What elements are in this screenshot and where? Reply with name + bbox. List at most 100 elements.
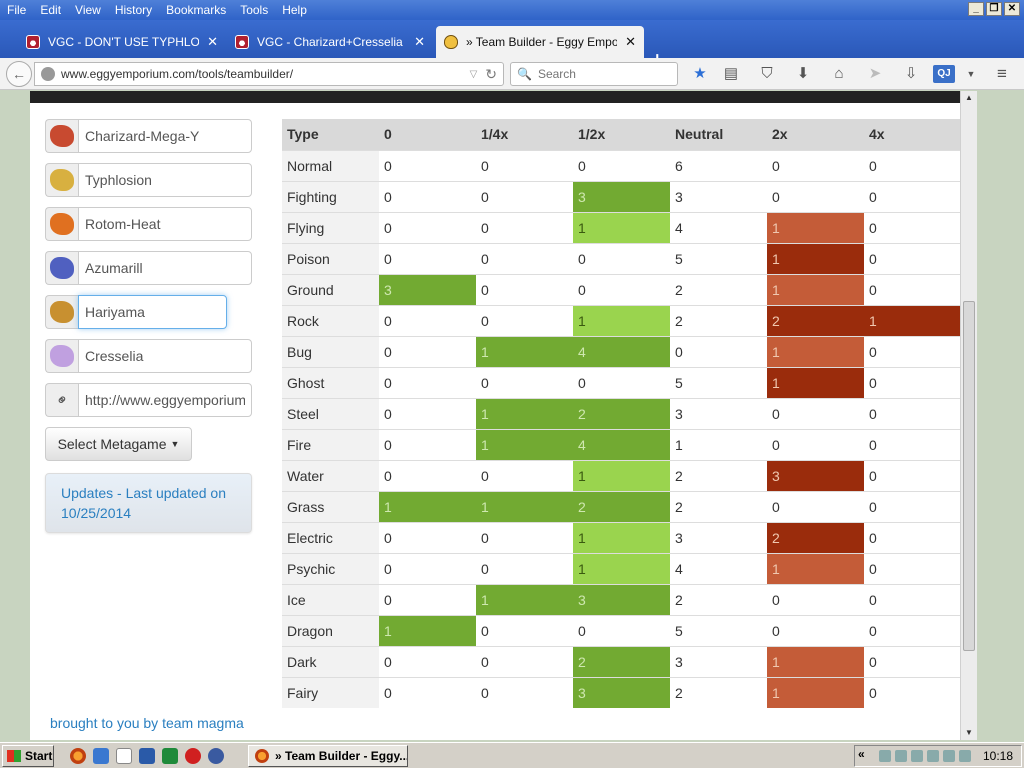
home-icon[interactable]: ⌂ [829, 64, 849, 84]
value-cell: 0 [864, 397, 961, 429]
value-cell: 0 [864, 428, 961, 460]
pokemon-sprite-icon [45, 295, 78, 329]
search-bar[interactable]: 🔍 [510, 62, 678, 86]
url-bar[interactable]: ▽ ↻ [34, 62, 504, 86]
scroll-down-icon[interactable]: ▼ [961, 726, 977, 740]
value-cell: 0 [767, 397, 864, 429]
type-name-cell: Water [282, 459, 379, 491]
menu-history[interactable]: History [108, 3, 159, 17]
value-cell: 0 [476, 273, 573, 305]
value-cell: 3 [573, 676, 670, 708]
network-tray-icon[interactable] [878, 750, 891, 762]
pokemon-input[interactable] [78, 207, 252, 241]
tab-team-builder[interactable]: » Team Builder - Eggy Emporium ✕ [436, 26, 644, 58]
excel-quicklaunch-icon[interactable] [162, 748, 178, 764]
value-cell: 1 [379, 490, 476, 522]
scroll-up-icon[interactable]: ▲ [961, 91, 977, 105]
media-player-quicklaunch-icon[interactable] [208, 748, 224, 764]
close-tab-icon[interactable]: ✕ [207, 34, 218, 50]
menu-file[interactable]: File [0, 3, 33, 17]
restore-button[interactable]: ❐ [986, 2, 1002, 16]
monitor-tray-icon[interactable] [926, 750, 939, 762]
save-page-icon[interactable]: ⇩ [901, 64, 921, 84]
value-cell: 5 [670, 366, 767, 398]
team-slot-3 [45, 207, 252, 241]
value-cell: 4 [670, 211, 767, 243]
documents-quicklaunch-icon[interactable] [116, 748, 132, 764]
menu-tools[interactable]: Tools [233, 3, 275, 17]
tab-vgc-charizard[interactable]: VGC - Charizard+Cresselia Su... ✕ [227, 26, 433, 58]
menu-help[interactable]: Help [275, 3, 314, 17]
value-cell: 5 [670, 614, 767, 646]
select-metagame-label: Select Metagame [57, 436, 167, 452]
value-cell: 1 [767, 273, 864, 305]
value-cell: 2 [573, 490, 670, 522]
hamburger-menu-icon[interactable]: ≡ [992, 64, 1012, 84]
value-cell: 0 [767, 180, 864, 212]
pokemon-input[interactable] [78, 119, 252, 153]
back-icon[interactable]: ← [6, 61, 32, 87]
reload-icon[interactable]: ↻ [485, 66, 497, 83]
security-tray-icon[interactable] [942, 750, 955, 762]
qj-extension-icon[interactable]: QJ [933, 65, 955, 83]
share-url-input[interactable] [78, 383, 252, 417]
pokemon-input[interactable] [78, 163, 252, 197]
select-metagame-button[interactable]: Select Metagame ▼ [45, 427, 192, 461]
value-cell: 0 [864, 273, 961, 305]
pokemon-input[interactable] [78, 251, 252, 285]
value-cell: 2 [670, 304, 767, 336]
close-tab-icon[interactable]: ✕ [414, 34, 425, 50]
url-dropdown-icon[interactable]: ▽ [470, 69, 478, 80]
taskbar-firefox-window[interactable]: » Team Builder - Eggy... [248, 745, 408, 767]
value-cell: 0 [379, 552, 476, 584]
value-cell: 0 [573, 614, 670, 646]
firefox-quicklaunch-icon[interactable] [70, 748, 86, 764]
pokemon-input[interactable] [78, 295, 227, 329]
value-cell: 1 [476, 397, 573, 429]
value-cell: 0 [379, 645, 476, 677]
bookmark-star-icon[interactable]: ★ [690, 64, 710, 84]
search-input[interactable] [537, 67, 668, 81]
value-cell: 1 [767, 211, 864, 243]
updates-link[interactable]: Updates - Last updated on 10/25/2014 [61, 485, 226, 521]
language-tray-icon[interactable] [910, 750, 923, 762]
close-tab-icon[interactable]: ✕ [625, 34, 636, 50]
pokemon-input[interactable] [78, 339, 252, 373]
vertical-scrollbar[interactable]: ▲ ▼ [960, 91, 977, 740]
word-quicklaunch-icon[interactable] [139, 748, 155, 764]
col-header-quarter: 1/4x [476, 119, 573, 150]
type-name-cell: Electric [282, 521, 379, 553]
value-cell: 0 [864, 242, 961, 274]
clock-tray-icon[interactable] [958, 750, 971, 762]
extension-dropdown-icon[interactable]: ▼ [961, 64, 981, 84]
team-slot-1 [45, 119, 252, 153]
reading-list-icon[interactable]: ▤ [721, 64, 741, 84]
value-cell: 4 [573, 335, 670, 367]
share-icon[interactable]: ➤ [865, 64, 885, 84]
opera-quicklaunch-icon[interactable] [185, 748, 201, 764]
start-button[interactable]: Start [2, 745, 54, 767]
menu-bookmarks[interactable]: Bookmarks [159, 3, 233, 17]
downloads-icon[interactable]: ⬇ [793, 64, 813, 84]
value-cell: 0 [476, 676, 573, 708]
url-input[interactable] [61, 67, 470, 81]
value-cell: 4 [573, 428, 670, 460]
minimize-button[interactable]: _ [968, 2, 984, 16]
value-cell: 2 [670, 583, 767, 615]
table-row: Dragon 1 0 0 5 0 0 [282, 614, 961, 646]
pocket-icon[interactable]: ⛉ [757, 64, 777, 84]
close-window-button[interactable]: ✕ [1004, 2, 1020, 16]
value-cell: 0 [379, 149, 476, 181]
value-cell: 0 [379, 211, 476, 243]
team-magma-link[interactable]: brought to you by team magma [50, 715, 244, 731]
col-header-quadruple: 4x [864, 119, 961, 150]
menu-view[interactable]: View [68, 3, 108, 17]
ie-quicklaunch-icon[interactable] [93, 748, 109, 764]
scrollbar-thumb[interactable] [963, 301, 975, 651]
pokemon-sprite-icon [45, 251, 78, 285]
tab-vgc-typhlosion[interactable]: VGC - DON'T USE TYPHLOSIO... ✕ [18, 26, 226, 58]
value-cell: 1 [379, 614, 476, 646]
tab-strip: VGC - DON'T USE TYPHLOSIO... ✕ VGC - Cha… [0, 20, 1024, 69]
menu-edit[interactable]: Edit [33, 3, 68, 17]
volume-tray-icon[interactable] [894, 750, 907, 762]
